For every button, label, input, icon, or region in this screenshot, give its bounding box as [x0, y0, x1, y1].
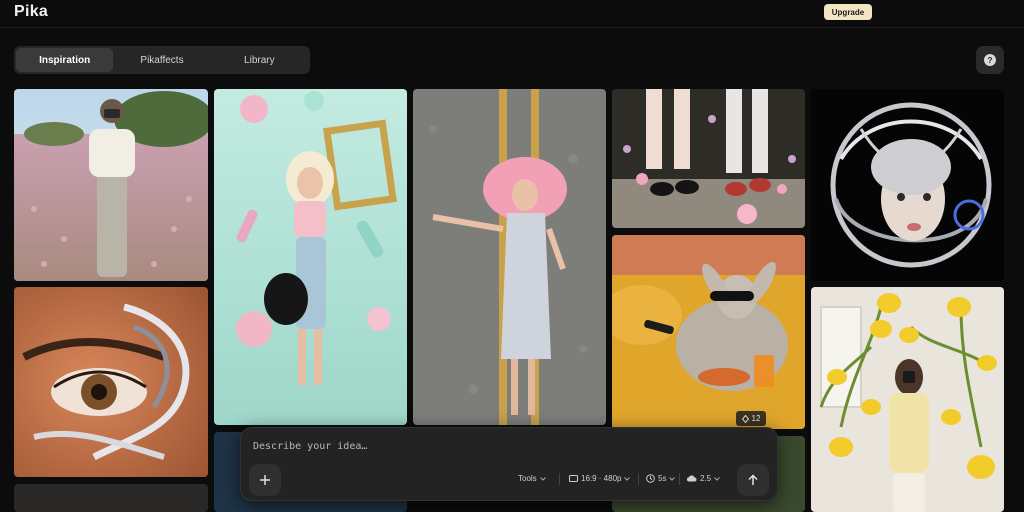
- badge-count: 12: [751, 414, 761, 423]
- gallery-item-bunny-couch[interactable]: [612, 235, 805, 429]
- duration-selector[interactable]: 5s: [646, 474, 676, 483]
- mint-studio-image: [214, 89, 407, 425]
- chevron-down-icon: [539, 476, 546, 481]
- pika-logo[interactable]: Pika: [14, 3, 48, 21]
- gallery-item-road-pink-hair[interactable]: [413, 89, 606, 425]
- gallery-item-chrome-eye[interactable]: [14, 287, 208, 477]
- road-pink-hair-image: [413, 89, 606, 425]
- prompt-input[interactable]: [253, 438, 733, 454]
- gallery-tabs: Inspiration Pikaffects Library: [14, 46, 310, 74]
- aspect-ratio-label: 16:9 · 480p: [581, 474, 622, 483]
- divider: [679, 473, 680, 485]
- help-icon: ?: [984, 54, 996, 66]
- gallery-item-partial-1[interactable]: [14, 484, 208, 512]
- gallery-count-badge: 12: [736, 411, 766, 426]
- gallery-item-flower-field[interactable]: [14, 89, 208, 281]
- chrome-head-image: [811, 89, 1004, 281]
- tab-library[interactable]: Library: [211, 48, 308, 72]
- tools-menu[interactable]: Tools: [518, 474, 546, 483]
- add-media-button[interactable]: [249, 464, 281, 496]
- gallery-item-chrome-head[interactable]: [811, 89, 1004, 281]
- arrow-up-icon: [748, 474, 758, 485]
- tab-pikaffects[interactable]: Pikaffects: [113, 48, 210, 72]
- plus-icon: [260, 475, 270, 485]
- send-button[interactable]: [737, 464, 769, 496]
- tulip-room-image: [811, 287, 1004, 512]
- model-label: 2.5: [700, 474, 712, 483]
- divider: [559, 473, 560, 485]
- diamond-icon: [741, 414, 749, 423]
- gallery-item-tulip-room[interactable]: [811, 287, 1004, 512]
- partial-image-1: [14, 484, 208, 512]
- bunny-couch-image: [612, 235, 805, 429]
- upgrade-button[interactable]: Upgrade: [824, 4, 872, 20]
- chevron-down-icon: [669, 476, 676, 481]
- aspect-ratio-icon: [569, 475, 578, 482]
- chrome-eye-image: [14, 287, 208, 477]
- flower-shoes-image: [612, 89, 805, 228]
- prompt-composer: Tools 16:9 · 480p 5s 2.5: [240, 427, 778, 501]
- clock-icon: [646, 474, 655, 483]
- tools-label: Tools: [518, 474, 537, 483]
- top-bar: Pika Upgrade: [0, 0, 1024, 28]
- gallery-item-flower-shoes[interactable]: [612, 89, 805, 228]
- flower-field-image: [14, 89, 208, 281]
- help-button[interactable]: ?: [976, 46, 1004, 74]
- chevron-down-icon: [624, 476, 631, 481]
- chevron-down-icon: [714, 476, 720, 481]
- divider: [638, 473, 639, 485]
- duration-label: 5s: [658, 474, 667, 483]
- model-selector[interactable]: 2.5: [686, 474, 720, 483]
- aspect-ratio-selector[interactable]: 16:9 · 480p: [569, 474, 631, 483]
- tab-inspiration[interactable]: Inspiration: [16, 48, 114, 72]
- gallery-item-mint-studio[interactable]: [214, 89, 407, 425]
- cloud-icon: [686, 475, 697, 482]
